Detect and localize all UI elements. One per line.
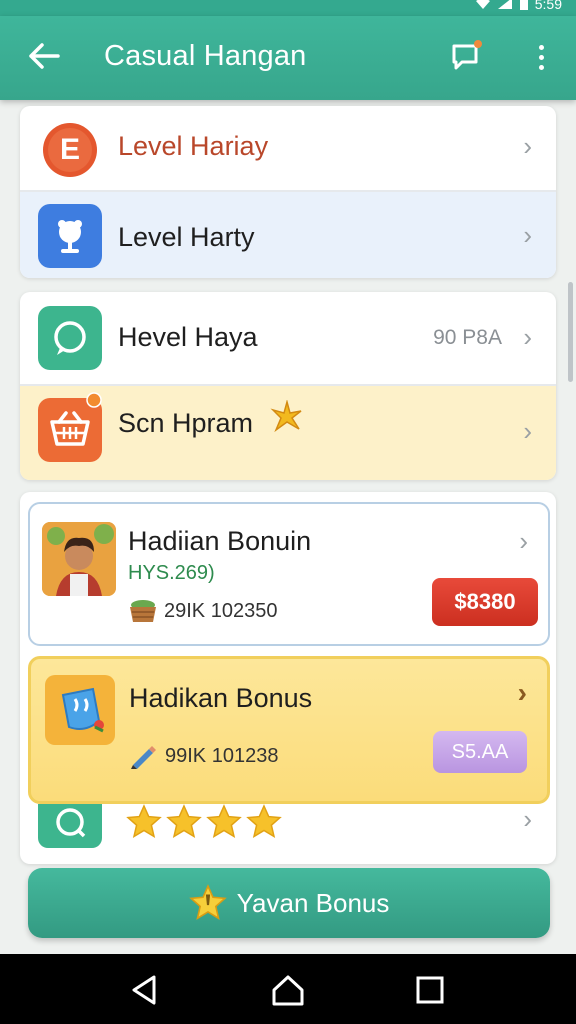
page-title: Casual Hangan xyxy=(104,40,307,72)
app-bar: Casual Hangan xyxy=(0,16,576,100)
chevron-right-icon: › xyxy=(517,677,527,708)
bonus-card: Hadiian Bonuin HYS.269) 29IK 102350 › $8… xyxy=(20,492,556,864)
star-icon xyxy=(206,804,242,839)
status-bar: 5:59 xyxy=(0,0,576,16)
bonus-title: Hadikan Bonus xyxy=(129,683,313,713)
bonus-item-hadiian[interactable]: Hadiian Bonuin HYS.269) 29IK 102350 › $8… xyxy=(28,502,550,646)
price-button[interactable]: $8380 xyxy=(432,578,538,626)
trophy-icon xyxy=(38,204,102,268)
nav-home-icon[interactable] xyxy=(270,972,306,1008)
chat-icon xyxy=(452,40,482,70)
wifi-icon xyxy=(475,0,490,9)
level-e-icon: E xyxy=(38,118,102,182)
list-item-level-harty[interactable]: Level Harty › xyxy=(20,192,556,278)
yavan-bonus-label: Yavan Bonus xyxy=(236,887,390,918)
star-icon xyxy=(126,804,162,839)
system-nav-bar xyxy=(0,954,576,1024)
bonus-meta: 99IK 101238 xyxy=(165,745,279,767)
more-dot-icon xyxy=(538,64,544,70)
rating-row[interactable]: › xyxy=(20,804,556,864)
price-button[interactable]: S5.AA xyxy=(433,731,527,773)
chevron-right-icon: › xyxy=(523,131,532,161)
hevel-card: Hevel Haya 90 P8A › Scn Hpram › xyxy=(20,292,556,480)
rating-app-icon xyxy=(38,804,102,848)
more-options-button[interactable] xyxy=(526,38,556,76)
bonus-meta: 29IK 102350 xyxy=(164,600,278,622)
star-icon xyxy=(188,884,227,920)
level-letter: E xyxy=(59,133,80,166)
level-hariay-label: Level Hariay xyxy=(118,131,269,161)
more-dot-icon xyxy=(538,54,544,60)
hevel-haya-value: 90 P8A xyxy=(433,326,502,349)
star-icon xyxy=(166,804,202,839)
chat-button[interactable] xyxy=(450,40,484,72)
avatar xyxy=(42,522,116,596)
chevron-right-icon: › xyxy=(523,322,532,352)
nav-recents-icon[interactable] xyxy=(412,972,448,1008)
signal-icon xyxy=(497,0,512,9)
list-item-scn-hpram[interactable]: Scn Hpram › xyxy=(20,386,556,480)
star-rating xyxy=(126,804,282,840)
list-item-level-hariay[interactable]: E Level Hariay › xyxy=(20,106,556,190)
bonus-title: Hadiian Bonuin xyxy=(128,526,312,556)
more-dot-icon xyxy=(538,44,544,50)
chat-bubble-icon xyxy=(38,306,102,370)
back-arrow-icon xyxy=(29,43,60,69)
notification-dot-icon xyxy=(86,392,102,408)
bonus-subtitle: HYS.269) xyxy=(128,562,215,584)
status-time: 5:59 xyxy=(534,0,562,12)
chevron-right-icon: › xyxy=(519,526,528,556)
bonus-app-icon xyxy=(45,675,115,745)
scn-hpram-label: Scn Hpram xyxy=(118,408,254,438)
hevel-haya-label: Hevel Haya xyxy=(118,322,258,352)
bonus-item-hadikan[interactable]: Hadikan Bonus 99IK 101238 › S5.AA xyxy=(28,656,550,804)
yavan-bonus-button[interactable]: Yavan Bonus xyxy=(28,868,550,938)
pencil-icon xyxy=(131,746,156,769)
scrollbar[interactable] xyxy=(568,282,573,382)
sparkle-gift-icon xyxy=(270,400,302,433)
chevron-right-icon: › xyxy=(523,804,532,834)
star-icon xyxy=(246,804,282,839)
level-harty-label: Level Harty xyxy=(118,222,255,252)
back-button[interactable] xyxy=(26,38,62,74)
chevron-right-icon: › xyxy=(523,416,532,446)
list-item-hevel-haya[interactable]: Hevel Haya 90 P8A › xyxy=(20,292,556,384)
level-card: E Level Hariay › Level Harty › xyxy=(20,106,556,278)
coin-basket-icon xyxy=(130,600,156,622)
battery-icon xyxy=(519,0,528,10)
nav-back-icon[interactable] xyxy=(126,972,162,1008)
chevron-right-icon: › xyxy=(523,220,532,250)
